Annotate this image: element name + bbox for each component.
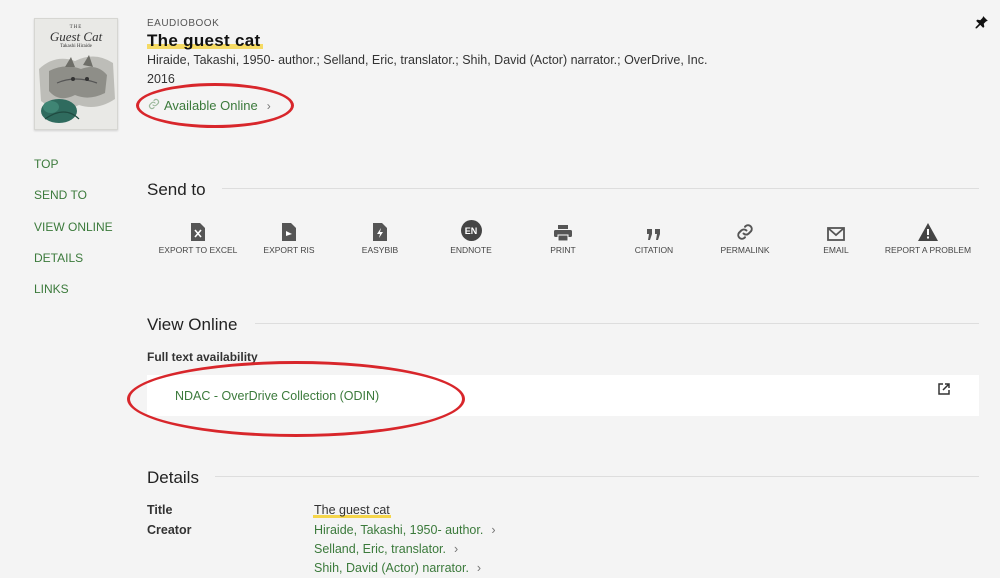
nav-view-online[interactable]: VIEW ONLINE — [34, 220, 113, 234]
record-creators: Hiraide, Takashi, 1950- author.; Selland… — [147, 53, 708, 67]
print-button[interactable]: PRINT — [518, 219, 608, 256]
details-creator-label: Creator — [147, 523, 192, 537]
endnote-button[interactable]: EN ENDNOTE — [426, 219, 516, 256]
permalink-button[interactable]: PERMALINK — [700, 219, 790, 256]
export-ris-label: EXPORT RIS — [263, 245, 315, 255]
warning-icon — [883, 219, 973, 241]
export-to-excel-label: EXPORT TO EXCEL — [158, 245, 238, 255]
report-a-problem-button[interactable]: REPORT A PROBLEM — [883, 219, 973, 256]
book-cover-image[interactable]: THE Guest Cat Takashi Hiraide — [34, 18, 118, 130]
creator-link-shih[interactable]: Shih, David (Actor) narrator. › — [314, 561, 481, 575]
ris-file-icon — [244, 219, 334, 241]
pin-icon[interactable] — [975, 14, 989, 35]
printer-icon — [518, 219, 608, 241]
section-divider — [215, 476, 979, 477]
cover-cat-illustration — [39, 55, 115, 123]
annotation-oval-available-online — [136, 83, 294, 128]
cover-title-text: Guest Cat — [49, 29, 103, 44]
link-icon — [700, 219, 790, 241]
easybib-button[interactable]: EASYBIB — [335, 219, 425, 256]
permalink-label: PERMALINK — [720, 245, 770, 255]
creator-name: Shih, David (Actor) narrator. — [314, 561, 469, 575]
endnote-badge: EN — [460, 220, 482, 241]
nav-send-to[interactable]: SEND TO — [34, 188, 87, 202]
creator-name: Selland, Eric, translator. — [314, 542, 447, 556]
resource-type: EAUDIOBOOK — [147, 18, 220, 29]
section-divider — [222, 188, 979, 189]
email-button[interactable]: EMAIL — [791, 219, 881, 256]
chevron-right-icon: › — [454, 542, 459, 556]
print-label: PRINT — [550, 245, 576, 255]
quote-icon — [609, 219, 699, 241]
envelope-icon — [791, 219, 881, 241]
record-year: 2016 — [147, 72, 175, 86]
details-title-label: Title — [147, 503, 173, 517]
export-ris-button[interactable]: EXPORT RIS — [244, 219, 334, 256]
easybib-icon — [335, 219, 425, 241]
send-to-heading: Send to — [147, 180, 206, 199]
creator-link-hiraide[interactable]: Hiraide, Takashi, 1950- author. › — [314, 523, 496, 537]
chevron-right-icon: › — [491, 523, 496, 537]
excel-file-icon — [153, 219, 243, 241]
email-label: EMAIL — [823, 245, 849, 255]
chevron-right-icon: › — [476, 561, 482, 575]
section-divider — [255, 323, 979, 324]
creator-name: Hiraide, Takashi, 1950- author. — [314, 523, 484, 537]
nav-details[interactable]: DETAILS — [34, 251, 83, 265]
record-title[interactable]: The guest cat — [147, 31, 260, 51]
creator-link-selland[interactable]: Selland, Eric, translator. › — [314, 542, 458, 556]
annotation-oval-odin-link — [127, 361, 465, 437]
nav-links[interactable]: LINKS — [34, 282, 69, 296]
details-title-value: The guest cat — [314, 503, 390, 517]
view-online-heading: View Online — [147, 315, 238, 334]
report-a-problem-label: REPORT A PROBLEM — [884, 245, 972, 255]
full-text-availability-label: Full text availability — [147, 350, 258, 364]
details-heading: Details — [147, 468, 199, 487]
easybib-label: EASYBIB — [361, 245, 399, 255]
endnote-label: ENDNOTE — [450, 245, 492, 255]
export-to-excel-button[interactable]: EXPORT TO EXCEL — [153, 219, 243, 256]
external-link-icon[interactable] — [938, 382, 950, 400]
nav-top[interactable]: TOP — [34, 157, 58, 171]
citation-button[interactable]: CITATION — [609, 219, 699, 256]
citation-label: CITATION — [634, 245, 674, 255]
endnote-icon: EN — [426, 219, 516, 241]
